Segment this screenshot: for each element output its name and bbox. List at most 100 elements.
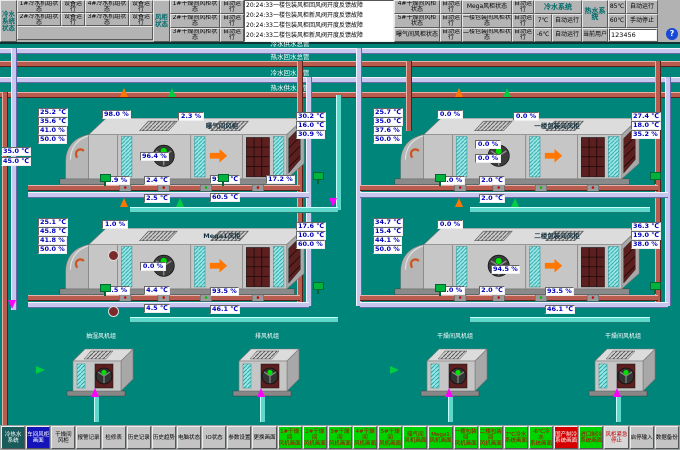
current-user-input[interactable] — [609, 29, 657, 41]
btn-dry5-fan-screen[interactable]: 5#干燥间 风机画面 — [378, 426, 402, 449]
chiller-name: 4#冷水机组状态 — [85, 0, 129, 13]
btn-change-screen[interactable]: 更换画面 — [252, 426, 276, 449]
valve-icon[interactable] — [435, 284, 446, 292]
small-unit-title: 干燥间风机组 — [400, 332, 510, 341]
ahu-unit-erlou-baozhuang[interactable]: 二楼包装间风柜 34.7 ℃ 15.4 ℃ 44.1 % 50.0 % 0.0 … — [363, 208, 680, 320]
btn-history-trend[interactable]: 历史趋势 — [152, 426, 176, 449]
btn-dry2-fan-screen[interactable]: 2#干燥间 风机画面 — [303, 426, 327, 449]
flow-down-arrow-icon — [329, 198, 337, 207]
btn-imported-refrigeration-screen[interactable]: 进口制冷 系统画面 — [579, 426, 603, 449]
fan-unit-drawing — [583, 341, 663, 403]
btn-mega1-fan-screen[interactable]: Mega1 风机画面 — [428, 426, 452, 449]
value-display: 17.6 ℃ — [296, 222, 326, 231]
hot-return-main-pipe — [0, 61, 680, 67]
value-display: 4.4 ℃ — [144, 286, 170, 295]
btn-history-log[interactable]: 历史记录 — [127, 426, 151, 449]
small-unit-title: 抽湿风机组 — [46, 332, 156, 341]
small-fan-unit-2[interactable]: 排风机组 — [212, 332, 322, 410]
value-display: 50.0 % — [373, 135, 402, 144]
btn-alarm-log[interactable]: 报警记录 — [76, 426, 100, 449]
pump-icon[interactable] — [108, 250, 119, 261]
chiller-status: 设备运行 — [129, 0, 153, 13]
valve-icon[interactable] — [218, 174, 229, 182]
value-display: 50.0 % — [38, 245, 67, 254]
valve-icon[interactable] — [100, 174, 111, 182]
btn-maintenance-table[interactable]: 检修表 — [102, 426, 126, 449]
hot-water-temp: 85℃ — [608, 0, 626, 14]
ahu-unit-mega1[interactable]: Mega1风柜 25.1 ℃ 45.8 ℃ 41.8 % 50.0 % 1.0 … — [28, 208, 363, 320]
alarm-list: 20:24:33 一楼包装风柜回风阀开度反馈故障 20:24:33 一楼包装风柜… — [244, 0, 394, 42]
pump-icon[interactable] — [108, 306, 119, 317]
pipe-label-cold-return: 冷水回水总管 — [225, 70, 355, 77]
btn-hot-cold-water-system[interactable]: 冷热水 系统 — [1, 426, 25, 449]
value-display: 41.0 % — [38, 126, 67, 135]
value-display: 45.8 ℃ — [38, 227, 68, 236]
btn-computer-status[interactable]: 电脑状态 — [177, 426, 201, 449]
btn-minus6c-cold-water-screen[interactable]: -6℃冷水 系统画面 — [529, 426, 553, 449]
ahu-status: 自动运行 — [440, 0, 462, 14]
small-unit-title: 排风机组 — [212, 332, 322, 341]
value-display: 35.6 ℃ — [38, 117, 68, 126]
btn-floor1-packing-fan-screen[interactable]: 一楼包装间 风机画面 — [454, 426, 478, 449]
value-display: 93.5 % — [545, 287, 574, 296]
valve-icon[interactable] — [650, 282, 661, 290]
help-icon[interactable]: ? — [666, 28, 678, 40]
riser-pipe — [11, 48, 17, 310]
valve-icon[interactable] — [313, 172, 324, 180]
supply-up-arrow-icon — [511, 198, 519, 207]
ahu-status: 自动运行 — [220, 14, 244, 28]
value-display: 0.0 % — [140, 262, 166, 271]
chiller-name: 2#冷水机组状态 — [17, 13, 61, 26]
small-fan-unit-1[interactable]: 抽湿风机组 — [46, 332, 156, 410]
riser-temp-display: 35.0 ℃ — [1, 147, 31, 156]
ahu-name: 5#干燥间风柜状态 — [394, 14, 440, 28]
supply-up-arrow-icon — [176, 198, 184, 207]
btn-drying-room-ahu[interactable]: 干燥间 风柜 — [51, 426, 75, 449]
btn-parameter-settings[interactable]: 参数设置 — [227, 426, 251, 449]
btn-dry1-fan-screen[interactable]: 1#干燥间 风机画面 — [278, 426, 302, 449]
valve-icon[interactable] — [100, 284, 111, 292]
value-display: 19.0 ℃ — [631, 231, 661, 240]
value-display: 4.5 ℃ — [144, 304, 170, 313]
bottom-toolbar: 冷热水 系统 车间风柜 画面 干燥间 风柜 报警记录 检修表 历史记录 历史趋势… — [0, 425, 680, 450]
value-display: 0.0 % — [513, 112, 539, 121]
alarm-message: 一楼包装风柜新风阀开度反馈故障 — [273, 11, 393, 21]
alarm-row: 20:24:33 一楼包装风柜回风阀开度反馈故障 — [245, 1, 393, 11]
btn-dry4-fan-screen[interactable]: 4#干燥间 风机画面 — [353, 426, 377, 449]
btn-dry3-fan-screen[interactable]: 3#干燥间 风机画面 — [328, 426, 352, 449]
chiller-status-grid: 1#冷水机组状态 设备运行 4#冷水机组状态 设备运行 2#冷水机组状态 设备运… — [17, 0, 153, 42]
alarm-row: 20:24:33 二楼包装风柜新风阀开度反馈故障 — [245, 31, 393, 41]
btn-floor2-packing-fan-screen[interactable]: 二楼包装间 风机画面 — [479, 426, 503, 449]
ahu-unit-baoqijian[interactable]: 曝气间风柜 25.2 ℃ 35.6 ℃ 41.0 % 50.0 % 98.0 %… — [28, 98, 363, 210]
pipe-label-hot-supply: 热水供水总管 — [225, 85, 355, 92]
small-fan-unit-3[interactable]: 干燥间风机组 — [400, 332, 510, 410]
valve-icon[interactable] — [313, 282, 324, 290]
btn-ahu-emergency-stop[interactable]: 风柜紧急 停止 — [604, 426, 628, 449]
small-fan-unit-4[interactable]: 干燥间风机组 — [568, 332, 678, 410]
btn-aeration-fan-screen[interactable]: 曝气间 风机画面 — [403, 426, 427, 449]
btn-domestic-refrigeration-screen[interactable]: 国产制冷 系统画面 — [554, 426, 578, 449]
current-user-cell — [608, 28, 658, 42]
valve-icon[interactable] — [435, 174, 446, 182]
valve-icon[interactable] — [650, 172, 661, 180]
ahu-drawing — [391, 214, 641, 306]
cold-water-temp: 7℃ — [534, 14, 552, 28]
ahu-unit-yilou-baozhuang[interactable]: 一楼包装间风柜 25.7 ℃ 35.0 ℃ 37.6 % 50.0 % 0.0 … — [363, 98, 680, 210]
fan-unit-drawing — [415, 341, 495, 403]
small-unit-title: 干燥间风机组 — [568, 332, 678, 341]
btn-data-backup[interactable]: 数据备份 — [655, 426, 679, 449]
btn-start-stop-input[interactable]: 启停输入 — [630, 426, 654, 449]
value-display: 38.0 % — [631, 240, 660, 249]
ahu-name: Mega风柜状态 — [462, 0, 512, 14]
btn-io-status[interactable]: IO状态 — [202, 426, 226, 449]
hot-water-status: 手动停止 — [626, 14, 658, 28]
value-display: 2.5 ℃ — [144, 194, 170, 203]
value-display: 46.1 ℃ — [210, 305, 240, 314]
btn-7c-cold-water-screen[interactable]: 7℃冷水 系统画面 — [504, 426, 528, 449]
alarm-row: 20:24:33 一楼包装风柜新风阀开度反馈故障 — [245, 11, 393, 21]
hot-water-title: 热水系统 — [582, 0, 608, 28]
chiller-status: 设备运行 — [61, 13, 85, 26]
cold-water-status: 自动运行 — [552, 28, 582, 42]
btn-workshop-ahu-screen[interactable]: 车间风柜 画面 — [26, 426, 50, 449]
ahu-title: 曝气间风柜 — [176, 120, 268, 130]
